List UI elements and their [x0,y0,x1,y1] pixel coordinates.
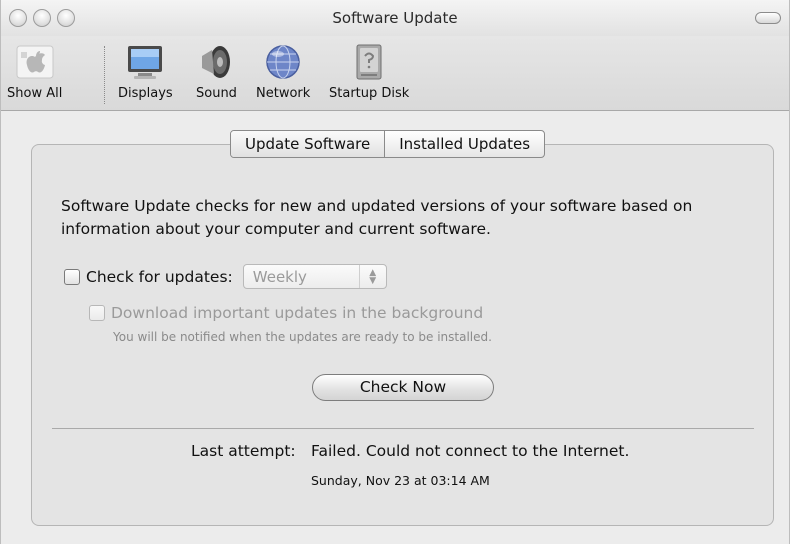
update-frequency-select[interactable]: Weekly ▲ ▼ [242,264,387,289]
description-text: Software Update checks for new and updat… [61,197,693,238]
last-attempt-label: Last attempt: [191,442,296,460]
notify-hint-text: You will be notified when the updates ar… [113,330,492,344]
display-icon [128,46,163,79]
toolbar-label-sound: Sound [196,86,237,101]
network-globe-icon [266,45,300,79]
tab-update-software[interactable]: Update Software [231,131,385,157]
select-arrows-icon: ▲ ▼ [358,265,386,288]
check-for-updates-label[interactable]: Check for updates: [86,268,233,286]
check-for-updates-row: Check for updates: Weekly ▲ ▼ [64,264,387,289]
tab-installed-updates[interactable]: Installed Updates [384,131,544,157]
toolbar-label-displays: Displays [118,86,173,101]
toolbar-displays[interactable]: Displays [118,42,173,101]
preferences-window: Software Update Show All Displays Sound … [0,0,790,544]
status-divider [52,428,754,429]
window-title: Software Update [332,9,458,27]
toolbar-sound[interactable]: Sound [196,42,237,101]
last-attempt-value: Failed. Could not connect to the Interne… [311,442,630,460]
last-attempt-date: Sunday, Nov 23 at 03:14 AM [311,473,490,488]
update-frequency-value: Weekly [252,267,307,286]
toolbar-label-show-all: Show All [7,86,63,101]
toolbar-show-all[interactable]: Show All [7,42,62,101]
toolbar-startup-disk[interactable]: Startup Disk [329,42,409,101]
download-background-label[interactable]: Download important updates in the backgr… [111,304,483,322]
check-for-updates-checkbox[interactable] [64,268,80,285]
toolbar-toggle-button[interactable] [755,12,781,24]
hard-disk-icon [356,44,382,80]
tab-bar: Update Software Installed Updates [230,130,546,158]
title-bar[interactable]: Software Update [1,0,789,36]
toolbar-label-network: Network [256,86,311,101]
download-background-checkbox[interactable] [89,305,105,321]
check-now-button[interactable]: Check Now [312,374,494,401]
download-background-row: Download important updates in the backgr… [89,304,483,322]
apple-icon [16,45,54,79]
toolbar-label-startup-disk: Startup Disk [329,86,410,101]
toolbar-separator [104,46,105,104]
speaker-icon [202,46,231,78]
preferences-toolbar: Show All Displays Sound Network Startup … [1,36,789,111]
toolbar-network[interactable]: Network [256,42,310,101]
